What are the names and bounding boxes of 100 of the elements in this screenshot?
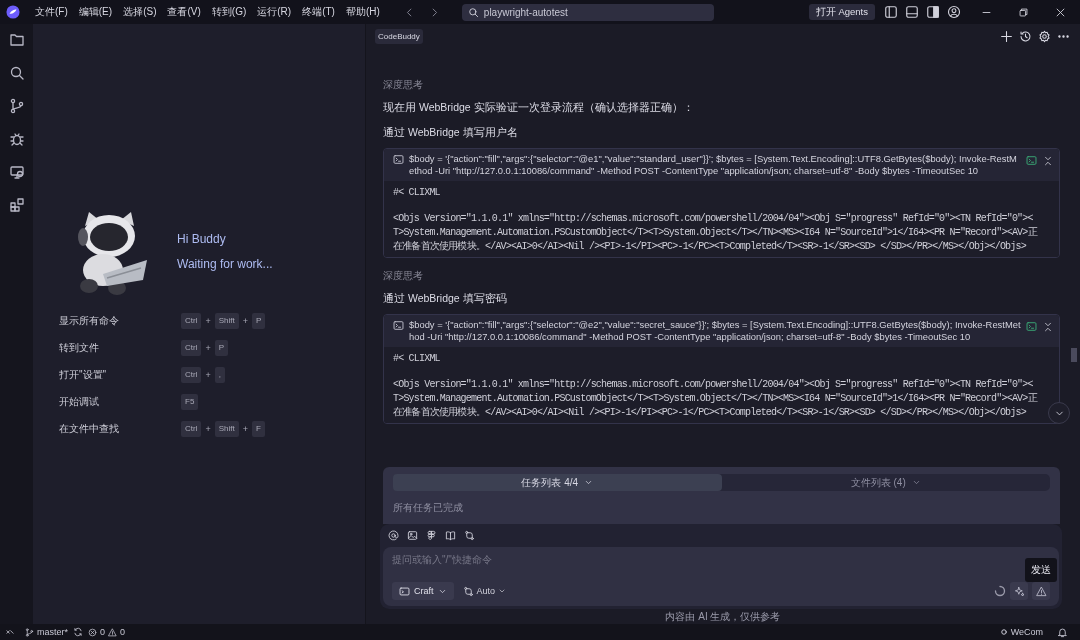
chat-tab-label[interactable]: CodeBuddy — [375, 28, 423, 44]
scrollbar-thumb[interactable] — [1071, 348, 1077, 362]
account-icon[interactable] — [947, 5, 961, 19]
menu-item[interactable]: 选择(S) — [118, 5, 162, 19]
terminal-icon — [393, 154, 404, 165]
model-dropdown[interactable]: Auto — [459, 585, 510, 597]
output-line: #< CLIXML — [393, 352, 441, 366]
extensions-icon[interactable] — [8, 197, 25, 213]
terminal-icon — [393, 320, 404, 331]
debug-icon[interactable] — [8, 131, 25, 147]
tooltip: 发送 — [1025, 558, 1057, 582]
key-cap: P — [214, 340, 229, 356]
task-tab[interactable]: 文件列表 (4) — [721, 474, 1050, 491]
menu-item[interactable]: 编辑(E) — [73, 5, 118, 19]
workflow-icon[interactable] — [464, 530, 475, 541]
output-line: #< CLIXML — [393, 186, 441, 200]
enhance-button[interactable] — [1010, 582, 1028, 600]
step-heading: 通过 WebBridge 填写密码 — [383, 292, 508, 306]
terminal-icon[interactable] — [1026, 155, 1037, 166]
problems-status[interactable]: 0 0 — [88, 627, 126, 637]
command-text: $body = '{"action":"fill","args":{"selector":"@e1","value":"standard_user"}}'; $bytes = [System.Text.Encoding]::UTF8.GetBytes($body); Invoke-RestMethod -Uri "http://127.0.0.1:10086/command" -Method POST -ContentType "application/json; charset=utf-8" -Body $bytes -TimeoutSec 10 — [409, 153, 1018, 177]
key-cap: Ctrl — [181, 367, 202, 383]
image-icon[interactable] — [407, 530, 418, 541]
chevron-down-icon — [498, 587, 507, 595]
key-cap: Ctrl — [181, 340, 202, 356]
plus-sign: + — [242, 424, 248, 434]
wecom-status[interactable]: WeCom — [999, 627, 1043, 637]
panel-toggle-icon[interactable] — [905, 5, 919, 19]
secondary-sidebar-icon[interactable] — [926, 5, 940, 19]
add-icon[interactable] — [1000, 29, 1013, 43]
error-icon — [88, 627, 97, 637]
chevron-down-icon — [584, 478, 594, 487]
notifications-icon[interactable] — [1057, 626, 1068, 638]
search-field[interactable]: playwright-autotest — [461, 3, 714, 21]
plus-sign: + — [205, 370, 211, 380]
key-cap: F5 — [181, 394, 199, 410]
search-input[interactable]: playwright-autotest — [483, 6, 704, 18]
agents-button[interactable]: 打开 Agents — [808, 4, 875, 20]
output-line: 在准备首次使用模块。</AV><AI>0</AI><Nil /><PI>-1</PI><PC>-1</PC><T>Completed</T><SR>-1</SR><SD> </SD></PR></MS></Obj></Objs> — [393, 406, 1028, 420]
thinking-label[interactable]: 深度思考 — [383, 269, 1060, 283]
remote-explorer-icon[interactable] — [8, 164, 25, 180]
menu-item[interactable]: 运行(R) — [252, 5, 297, 19]
shortcut-label: 开始调试 — [59, 395, 100, 409]
menu-item[interactable]: 终端(T) — [297, 5, 340, 19]
message-text: 现在用 WebBridge 实际验证一次登录流程（确认选择器正确）： — [383, 101, 695, 115]
mention-icon[interactable] — [388, 530, 399, 541]
sidebar-toggle-icon[interactable] — [884, 5, 898, 19]
key-cap: P — [252, 313, 266, 329]
folder-terminal-icon — [399, 585, 410, 597]
loading-spinner-icon — [994, 585, 1006, 597]
menu-item[interactable]: 帮助(H) — [340, 5, 385, 19]
terminal-icon[interactable] — [1026, 321, 1037, 332]
command-text: $body = '{"action":"fill","args":{"selector":"@e2","value":"secret_sauce"}}'; $bytes = [System.Text.Encoding]::UTF8.GetBytes($body); Invoke-RestMethod -Uri "http://127.0.0.1:10086/command" -Method POST -ContentType "application/json; charset=utf-8" -Body $bytes -TimeoutSec 10 — [409, 319, 1021, 343]
greeting-text: Hi Buddy — [177, 231, 227, 246]
branch-status[interactable]: master* — [25, 627, 68, 637]
output-line: <Objs Version="1.1.0.1" xmlns="http://schemas.microsoft.com/powershell/2004/04"><Obj S="progress" RefId="0"><TN RefId="0">< — [393, 378, 1034, 392]
search-icon — [467, 6, 479, 18]
source-control-icon[interactable] — [8, 98, 25, 114]
explorer-icon[interactable] — [8, 32, 25, 48]
sparkle-icon — [1013, 585, 1025, 597]
key-cap: Ctrl — [181, 421, 202, 437]
key-cap: , — [214, 367, 225, 383]
chevron-down-icon — [911, 478, 921, 487]
task-tab[interactable]: 任务列表 4/4 — [393, 474, 722, 491]
output-line: <Objs Version="1.1.0.1" xmlns="http://schemas.microsoft.com/powershell/2004/04"><Obj S="progress" RefId="0"><TN RefId="0">< — [393, 212, 1034, 226]
menu-item[interactable]: 转到(G) — [206, 5, 252, 19]
shortcut-label: 打开"设置" — [59, 368, 108, 382]
menu-item[interactable]: 查看(V) — [162, 5, 206, 19]
disclaimer-text: 内容由 AI 生成，仅供参考 — [664, 610, 782, 624]
send-button[interactable] — [1032, 582, 1050, 600]
circle-icon — [999, 628, 1008, 636]
branch-icon — [25, 627, 34, 637]
sync-icon[interactable] — [73, 627, 83, 637]
shortcut-label: 显示所有命令 — [59, 314, 120, 328]
book-icon[interactable] — [445, 530, 456, 541]
settings-icon[interactable] — [1038, 29, 1051, 43]
status-text: Waiting for work... — [177, 256, 273, 271]
plus-sign: + — [205, 424, 211, 434]
collapse-icon[interactable] — [1043, 155, 1053, 166]
task-status: 所有任务已完成 — [393, 501, 464, 515]
workflow-icon — [462, 585, 474, 597]
search-icon[interactable] — [8, 65, 25, 81]
close-icon[interactable] — [1055, 6, 1066, 18]
key-cap: Shift — [214, 313, 239, 329]
key-cap: Ctrl — [181, 313, 202, 329]
output-line: T>System.Management.Automation.PSCustomObject</T><T>System.Object</T></TN><MS><I64 N="SourceId">1</I64><PR N="Record"><AV>正 — [393, 392, 1039, 406]
key-cap: Shift — [214, 421, 239, 437]
shortcut-label: 在文件中查找 — [59, 422, 120, 436]
restore-icon[interactable] — [1018, 6, 1029, 18]
mode-dropdown[interactable]: Craft — [392, 582, 454, 600]
thinking-label[interactable]: 深度思考 — [383, 78, 1060, 92]
warning-icon — [108, 627, 118, 637]
plus-sign: + — [205, 343, 211, 353]
menu-item[interactable]: 文件(F) — [30, 5, 73, 19]
plus-sign: + — [205, 316, 211, 326]
history-icon[interactable] — [1019, 29, 1032, 43]
app-logo — [6, 5, 20, 19]
key-cap: F — [252, 421, 265, 437]
plus-sign: + — [242, 316, 248, 326]
collapse-icon[interactable] — [1043, 321, 1053, 332]
